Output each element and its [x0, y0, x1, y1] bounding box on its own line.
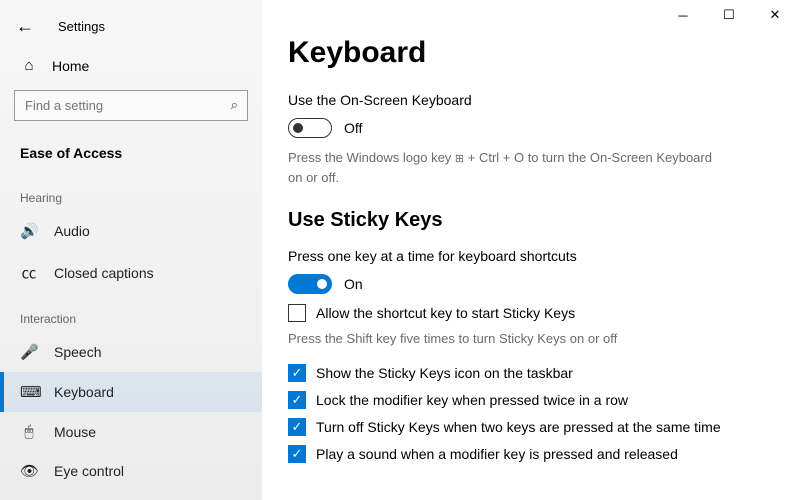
search-icon: ⌕	[231, 97, 238, 113]
checkbox-turnoff-label: Turn off Sticky Keys when two keys are p…	[316, 419, 721, 435]
checkbox-lock-label: Lock the modifier key when pressed twice…	[316, 392, 628, 408]
nav-mouse[interactable]: 🖱 Mouse	[0, 412, 262, 451]
window-controls: ─ ☐ ✕	[660, 0, 798, 30]
nav-eye-control[interactable]: 👁 Eye control	[0, 451, 262, 491]
checkbox-shortcut[interactable]	[288, 304, 306, 322]
osk-toggle-state: Off	[344, 120, 362, 136]
sticky-heading: Use Sticky Keys	[288, 209, 772, 232]
nav-home[interactable]: ⌂ Home	[0, 45, 262, 86]
group-hearing: Hearing	[0, 173, 262, 211]
minimize-button[interactable]: ─	[660, 0, 706, 30]
nav-closed-captions[interactable]: ㏄ Closed captions	[0, 251, 262, 294]
nav-mouse-label: Mouse	[54, 424, 96, 440]
nav-speech-label: Speech	[54, 344, 101, 360]
sidebar: ← Settings ⌂ Home ⌕ Ease of Access Heari…	[0, 0, 262, 500]
sticky-toggle[interactable]	[288, 274, 332, 294]
group-interaction: Interaction	[0, 294, 262, 332]
nav-audio-label: Audio	[54, 223, 90, 239]
category-label: Ease of Access	[0, 133, 262, 173]
app-title: Settings	[58, 19, 105, 34]
keyboard-icon: ⌨	[20, 383, 38, 401]
captions-icon: ㏄	[20, 262, 38, 283]
checkbox-taskbar-label: Show the Sticky Keys icon on the taskbar	[316, 365, 573, 381]
checkbox-sound-label: Play a sound when a modifier key is pres…	[316, 446, 678, 462]
nav-keyboard[interactable]: ⌨ Keyboard	[0, 372, 262, 412]
sticky-toggle-state: On	[344, 276, 363, 292]
mouse-icon: 🖱	[20, 423, 38, 440]
osk-hint: Press the Windows logo key ⊞ + Ctrl + O …	[288, 148, 728, 187]
maximize-button[interactable]: ☐	[706, 0, 752, 30]
speech-icon: 🎤	[20, 343, 38, 361]
close-button[interactable]: ✕	[752, 0, 798, 30]
eye-icon: 👁	[20, 462, 38, 480]
checkbox-shortcut-label: Allow the shortcut key to start Sticky K…	[316, 305, 575, 321]
audio-icon: 🔊	[20, 222, 38, 240]
windows-logo-icon: ⊞	[455, 153, 464, 165]
checkbox-lock[interactable]: ✓	[288, 391, 306, 409]
osk-label: Use the On-Screen Keyboard	[288, 92, 772, 108]
page-title: Keyboard	[288, 36, 772, 70]
nav-eye-label: Eye control	[54, 463, 124, 479]
checkbox-taskbar[interactable]: ✓	[288, 364, 306, 382]
main-content: Keyboard Use the On-Screen Keyboard Off …	[262, 0, 798, 500]
home-icon: ⌂	[20, 57, 38, 74]
nav-captions-label: Closed captions	[54, 265, 154, 281]
shortcut-hint: Press the Shift key five times to turn S…	[288, 331, 772, 346]
nav-audio[interactable]: 🔊 Audio	[0, 211, 262, 251]
nav-home-label: Home	[52, 58, 89, 74]
search-input[interactable]	[14, 90, 248, 121]
checkbox-turnoff[interactable]: ✓	[288, 418, 306, 436]
nav-speech[interactable]: 🎤 Speech	[0, 332, 262, 372]
back-button[interactable]: ←	[16, 16, 34, 37]
nav-keyboard-label: Keyboard	[54, 384, 114, 400]
checkbox-sound[interactable]: ✓	[288, 445, 306, 463]
sticky-label: Press one key at a time for keyboard sho…	[288, 248, 772, 264]
osk-toggle[interactable]	[288, 118, 332, 138]
